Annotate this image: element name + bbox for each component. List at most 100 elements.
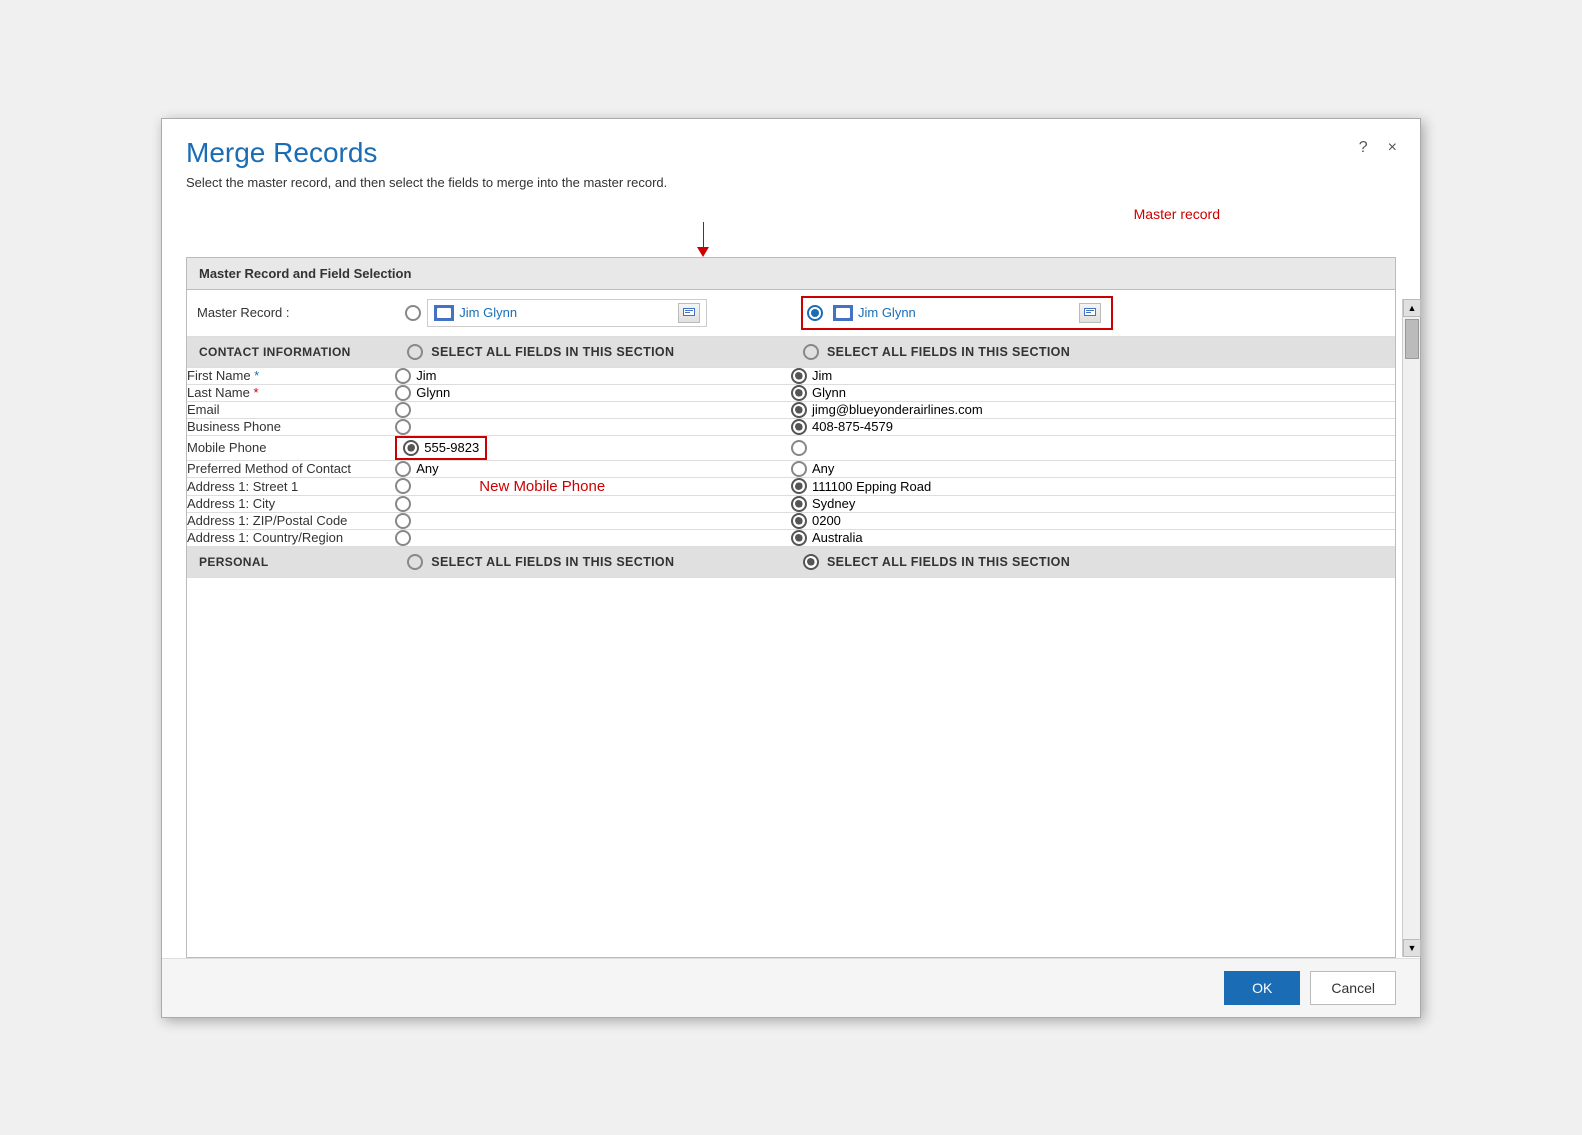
email-right-radio[interactable] bbox=[791, 402, 807, 418]
address-zip-left-radio[interactable] bbox=[395, 513, 411, 529]
scrollbar-thumb[interactable] bbox=[1405, 319, 1419, 359]
field-label-address-city: Address 1: City bbox=[187, 495, 395, 512]
scrollbar-track: ▲ ▼ bbox=[1402, 299, 1420, 957]
last-name-left-value: Glynn bbox=[416, 385, 450, 400]
table-row: Business Phone 408-875-4579 bbox=[187, 418, 1395, 435]
first-name-right-radio[interactable] bbox=[791, 368, 807, 384]
section-select-all-left-contact: Select all fields in this section bbox=[395, 336, 791, 367]
last-name-left-radio[interactable] bbox=[395, 385, 411, 401]
business-phone-left-radio[interactable] bbox=[395, 419, 411, 435]
preferred-contact-right-radio[interactable] bbox=[791, 461, 807, 477]
table-row-mobile-phone: Mobile Phone 555-9823 bbox=[187, 435, 1395, 460]
field-label-address-street: Address 1: Street 1 bbox=[187, 477, 395, 495]
merge-grid: Master Record : Jim Glynn bbox=[187, 290, 1395, 578]
section-select-all-left-personal: Select all fields in this section bbox=[395, 546, 791, 577]
select-all-left-radio-personal[interactable] bbox=[407, 554, 423, 570]
section-row-personal: PERSONAL Select all fields in this secti… bbox=[187, 546, 1395, 577]
mobile-phone-right-radio[interactable] bbox=[791, 440, 807, 456]
first-name-right-cell: Jim bbox=[791, 367, 1395, 384]
dialog-header: Merge Records Select the master record, … bbox=[162, 119, 1420, 206]
master-record-right-lookup[interactable] bbox=[1079, 303, 1101, 323]
required-star-first-name: * bbox=[254, 368, 259, 383]
master-record-right-radio[interactable] bbox=[807, 305, 823, 321]
email-right-cell: jimg@blueyonderairlines.com bbox=[791, 401, 1395, 418]
scroll-down-button[interactable]: ▼ bbox=[1403, 939, 1421, 957]
business-phone-right-radio[interactable] bbox=[791, 419, 807, 435]
section-label-personal: PERSONAL bbox=[187, 546, 395, 577]
address-city-left-radio[interactable] bbox=[395, 496, 411, 512]
lookup-icon-left bbox=[683, 308, 695, 318]
preferred-contact-right-value: Any bbox=[812, 461, 834, 476]
annotation-arrow-down bbox=[697, 247, 709, 257]
dialog-title: Merge Records bbox=[186, 137, 1396, 169]
mobile-phone-left-value: 555-9823 bbox=[424, 440, 479, 455]
address-country-right-radio[interactable] bbox=[791, 530, 807, 546]
address-zip-right-cell: 0200 bbox=[791, 512, 1395, 529]
last-name-right-radio[interactable] bbox=[791, 385, 807, 401]
annotation-line bbox=[703, 222, 704, 247]
dialog-footer: OK Cancel bbox=[162, 958, 1420, 1017]
master-record-left-input[interactable]: Jim Glynn bbox=[427, 299, 707, 327]
last-name-right-cell: Glynn bbox=[791, 384, 1395, 401]
address-country-left-cell bbox=[395, 529, 791, 546]
master-record-annotation-label: Master record bbox=[1134, 206, 1220, 222]
close-button[interactable]: × bbox=[1383, 137, 1402, 159]
table-row: First Name * Jim Jim bbox=[187, 367, 1395, 384]
business-phone-right-value: 408-875-4579 bbox=[812, 419, 893, 434]
section-select-all-right-contact: Select all fields in this section bbox=[791, 336, 1395, 367]
master-record-left-name: Jim Glynn bbox=[459, 305, 673, 320]
select-all-right-radio-personal[interactable] bbox=[803, 554, 819, 570]
dialog-subtitle: Select the master record, and then selec… bbox=[186, 175, 1396, 190]
table-row: Preferred Method of Contact Any Any bbox=[187, 460, 1395, 477]
master-record-left-radio[interactable] bbox=[405, 305, 421, 321]
address-city-right-cell: Sydney bbox=[791, 495, 1395, 512]
dialog-controls: ? × bbox=[1354, 137, 1402, 159]
preferred-contact-left-value: Any bbox=[416, 461, 438, 476]
preferred-contact-right-cell: Any bbox=[791, 460, 1395, 477]
field-label-mobile-phone: Mobile Phone bbox=[187, 435, 395, 460]
ok-button[interactable]: OK bbox=[1224, 971, 1300, 1005]
first-name-left-radio[interactable] bbox=[395, 368, 411, 384]
help-button[interactable]: ? bbox=[1354, 137, 1373, 159]
select-all-right-radio-contact[interactable] bbox=[803, 344, 819, 360]
address-street-right-value: 111100 Epping Road bbox=[812, 479, 931, 494]
master-record-field-label: Master Record : bbox=[187, 290, 395, 337]
first-name-right-value: Jim bbox=[812, 368, 832, 383]
preferred-contact-left-radio[interactable] bbox=[395, 461, 411, 477]
business-phone-right-cell: 408-875-4579 bbox=[791, 418, 1395, 435]
field-label-address-zip: Address 1: ZIP/Postal Code bbox=[187, 512, 395, 529]
address-city-right-radio[interactable] bbox=[791, 496, 807, 512]
address-street-left-radio[interactable] bbox=[395, 478, 411, 494]
master-record-left-cell: Jim Glynn bbox=[395, 290, 791, 337]
address-country-left-radio[interactable] bbox=[395, 530, 411, 546]
master-record-left-lookup[interactable] bbox=[678, 303, 700, 323]
select-all-left-radio-contact[interactable] bbox=[407, 344, 423, 360]
master-record-right-cell: Jim Glynn bbox=[791, 290, 1395, 337]
master-record-right-input[interactable]: Jim Glynn bbox=[827, 300, 1107, 326]
mobile-phone-right-cell bbox=[791, 435, 1395, 460]
new-mobile-annotation-label: New Mobile Phone bbox=[419, 478, 605, 495]
field-label-last-name: Last Name * bbox=[187, 384, 395, 401]
field-label-address-country: Address 1: Country/Region bbox=[187, 529, 395, 546]
table-section-header: Master Record and Field Selection bbox=[187, 258, 1395, 290]
field-label-email: Email bbox=[187, 401, 395, 418]
field-label-business-phone: Business Phone bbox=[187, 418, 395, 435]
last-name-right-value: Glynn bbox=[812, 385, 846, 400]
mobile-phone-left-radio[interactable] bbox=[403, 440, 419, 456]
business-phone-left-cell bbox=[395, 418, 791, 435]
table-row-address-street: Address 1: Street 1 New Mobile Phone 111… bbox=[187, 477, 1395, 495]
address-street-right-cell: 111100 Epping Road bbox=[791, 477, 1395, 495]
address-zip-left-cell bbox=[395, 512, 791, 529]
cancel-button[interactable]: Cancel bbox=[1310, 971, 1396, 1005]
section-select-all-right-personal: Select all fields in this section bbox=[791, 546, 1395, 577]
section-label-contact: CONTACT INFORMATION bbox=[187, 336, 395, 367]
master-record-annotation-container: Master record bbox=[162, 206, 1420, 257]
address-street-left-cell: New Mobile Phone bbox=[395, 477, 791, 495]
required-star-last-name: * bbox=[253, 385, 258, 400]
address-street-right-radio[interactable] bbox=[791, 478, 807, 494]
address-zip-right-radio[interactable] bbox=[791, 513, 807, 529]
scroll-up-button[interactable]: ▲ bbox=[1403, 299, 1421, 317]
email-left-radio[interactable] bbox=[395, 402, 411, 418]
table-row: Address 1: City Sydney bbox=[187, 495, 1395, 512]
table-row: Last Name * Glynn Glynn bbox=[187, 384, 1395, 401]
